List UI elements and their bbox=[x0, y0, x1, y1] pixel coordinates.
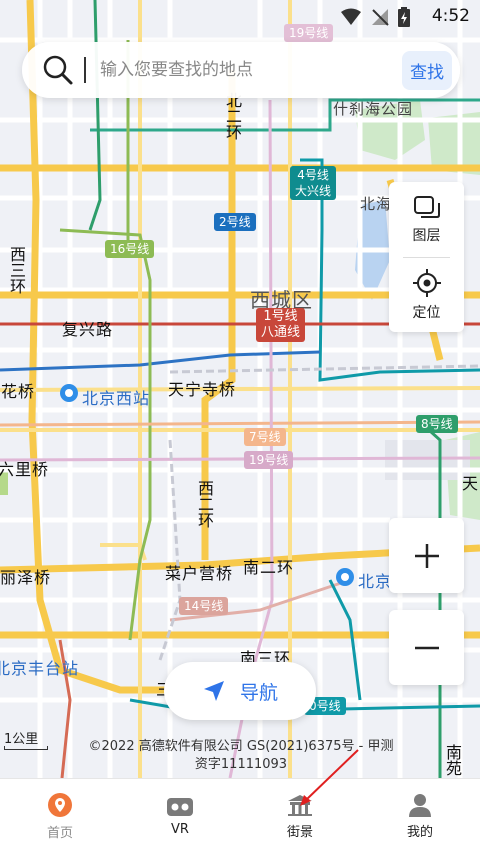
map-side-controls: 图层 定位 bbox=[389, 182, 464, 332]
label-beijingxizhan: 北京西站 bbox=[82, 389, 151, 408]
badge-line8: 8号线 bbox=[416, 415, 458, 433]
nav-item-vr[interactable]: VR bbox=[120, 779, 240, 853]
badge-line4-sub: 大兴线 bbox=[295, 184, 332, 198]
label-shichahai: 什刹海公园 bbox=[333, 100, 414, 118]
status-time: 4:52 bbox=[431, 6, 470, 26]
navigation-arrow-icon bbox=[203, 681, 224, 701]
label-tianningsi: 天宁寺桥 bbox=[168, 380, 237, 399]
search-bar[interactable]: 查找 bbox=[22, 42, 460, 98]
label-fengtaizhan: 北京丰台站 bbox=[0, 659, 80, 678]
label-lianhuaqiao: 莲花桥 bbox=[0, 382, 36, 401]
search-input[interactable] bbox=[100, 60, 402, 80]
nav-label-home: 首页 bbox=[46, 825, 73, 841]
map-scale-label: 1公里 bbox=[4, 732, 39, 747]
layers-icon bbox=[413, 195, 440, 218]
label-lizeqiao: 丽泽桥 bbox=[0, 568, 52, 587]
badge-line4: 4号线 大兴线 bbox=[290, 166, 337, 200]
copyright-line1: ©2022 高德软件有限公司 GS(2021)6375号 - 甲测 bbox=[88, 739, 394, 754]
label-beihai: 北海 bbox=[360, 195, 393, 213]
label-tian: 天 bbox=[462, 474, 480, 493]
badge-line1-label: 1号线 bbox=[263, 309, 298, 324]
label-beijingnan: 北京 bbox=[358, 572, 393, 591]
status-icons bbox=[340, 7, 410, 27]
nav-item-home[interactable]: 首页 bbox=[0, 779, 120, 853]
badge-line1-sub: 八通线 bbox=[261, 325, 301, 340]
locate-label: 定位 bbox=[412, 304, 441, 321]
badge-line14: 14号线 bbox=[179, 597, 229, 615]
wifi-icon bbox=[341, 8, 361, 25]
search-button[interactable]: 查找 bbox=[402, 50, 452, 90]
label-liuliqiao: 六里桥 bbox=[0, 460, 50, 479]
zoom-in-button[interactable] bbox=[389, 518, 464, 593]
nav-item-street-view[interactable]: 街景 bbox=[240, 779, 360, 853]
label-fuxinglu: 复兴路 bbox=[62, 320, 114, 339]
badge-line7: 7号线 bbox=[244, 428, 286, 446]
vr-headset-icon bbox=[167, 797, 193, 816]
nav-item-profile[interactable]: 我的 bbox=[360, 779, 480, 853]
badge-line4-label: 4号线 bbox=[297, 168, 329, 182]
nav-label-profile: 我的 bbox=[406, 824, 433, 840]
badge-line2: 2号线 bbox=[214, 213, 256, 231]
plus-icon bbox=[414, 543, 439, 568]
label-xierhuan: 西二环 bbox=[195, 480, 214, 528]
status-bar: 4:52 bbox=[0, 0, 480, 34]
map-copyright: ©2022 高德软件有限公司 GS(2021)6375号 - 甲测 资字1111… bbox=[66, 738, 416, 774]
badge-line19: 19号线 bbox=[244, 451, 294, 469]
bottom-nav: 首页 VR 街景 我的 bbox=[0, 778, 480, 853]
no-signal-icon bbox=[372, 9, 389, 26]
locate-button[interactable]: 定位 bbox=[389, 257, 464, 332]
navigate-label: 导航 bbox=[239, 681, 278, 704]
label-nanyuan: 南苑 bbox=[443, 744, 462, 776]
navigate-button[interactable]: 导航 bbox=[164, 662, 316, 720]
zoom-out-button[interactable] bbox=[389, 610, 464, 685]
label-caihuying: 菜户营桥 bbox=[165, 564, 234, 583]
layers-label: 图层 bbox=[412, 227, 441, 244]
locate-icon bbox=[412, 268, 441, 297]
search-divider bbox=[84, 57, 86, 83]
battery-charging-icon bbox=[398, 7, 410, 27]
badge-line16: 16号线 bbox=[105, 240, 155, 258]
search-icon[interactable] bbox=[38, 50, 78, 90]
copyright-line2: 资字11111093 bbox=[194, 757, 288, 772]
layers-button[interactable]: 图层 bbox=[389, 182, 464, 257]
location-pin-icon bbox=[48, 792, 72, 817]
label-nanerhuan: 南二环 bbox=[243, 558, 295, 577]
nav-label-vr: VR bbox=[171, 821, 189, 837]
minus-icon bbox=[414, 646, 439, 649]
label-beierhuan: 北二环 bbox=[223, 92, 242, 140]
badge-line1: 1号线 八通线 bbox=[256, 308, 306, 342]
map-scale-bar bbox=[4, 746, 48, 750]
nav-label-street-view: 街景 bbox=[286, 824, 313, 840]
user-icon bbox=[409, 793, 431, 817]
street-view-icon bbox=[288, 794, 312, 816]
label-xisanhuan: 西三环 bbox=[7, 246, 26, 294]
